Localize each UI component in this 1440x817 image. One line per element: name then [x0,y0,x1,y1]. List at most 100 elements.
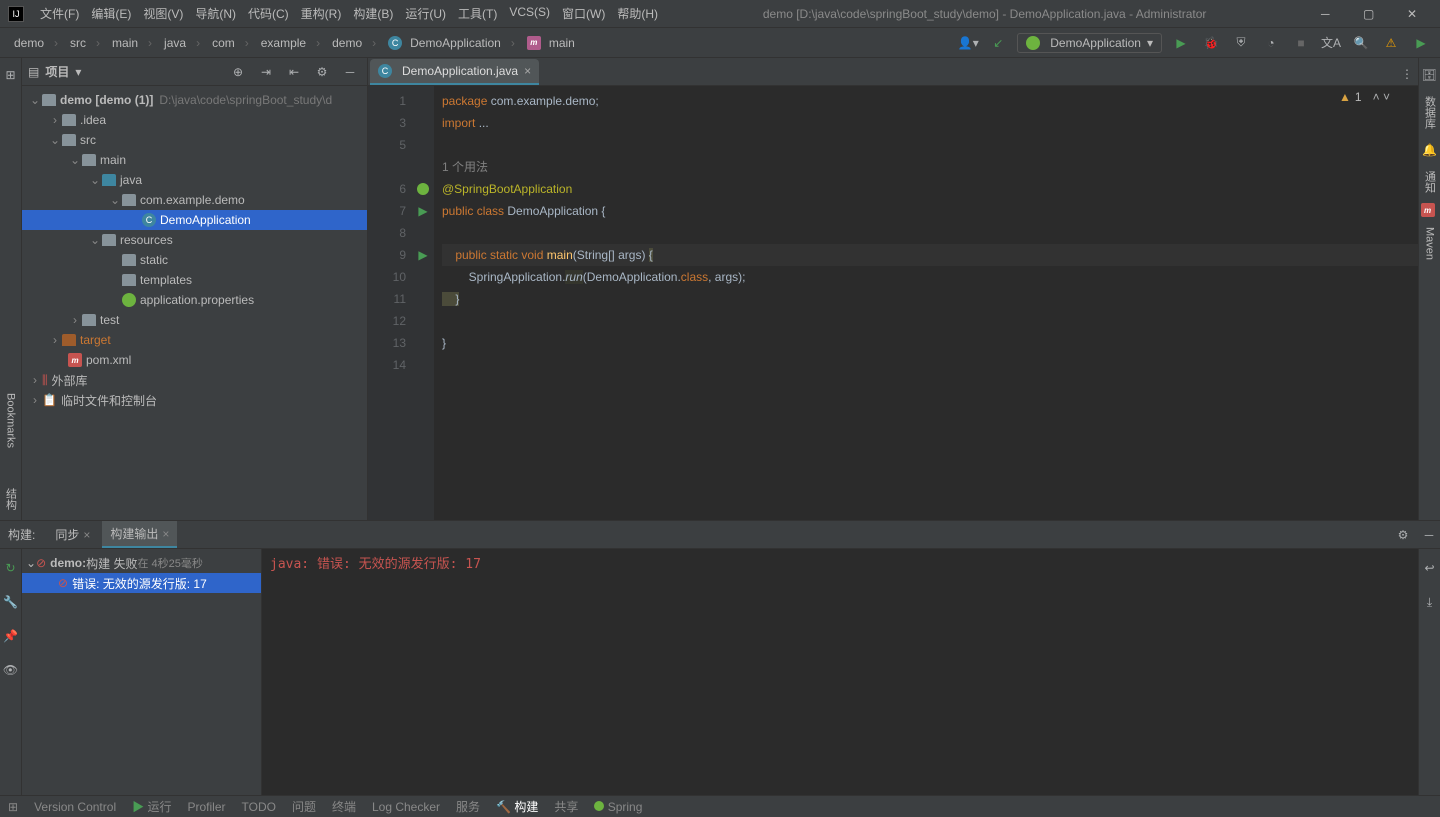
minimize-button[interactable]: ─ [1305,0,1345,28]
status-vcs[interactable]: Version Control [34,800,116,814]
tab-options-icon[interactable]: ⋮ [1396,63,1418,85]
menu-view[interactable]: 视图(V) [137,5,189,22]
eye-icon[interactable]: 👁 [0,659,22,681]
structure-tool[interactable]: ⊞ [0,64,22,86]
crumb-demo2[interactable]: demo [326,34,382,52]
maven-label[interactable]: Maven [1424,227,1436,260]
status-spring[interactable]: Spring [594,800,642,814]
status-problems[interactable]: 问题 [292,798,316,815]
crumb-example[interactable]: example [255,34,326,52]
crumb-src[interactable]: src [64,34,106,52]
crumb-main[interactable]: main [106,34,158,52]
panel-settings-icon[interactable]: ⚙ [1392,524,1414,546]
structure-label[interactable]: 结构 [3,488,19,510]
editor-tab[interactable]: C DemoApplication.java × [370,59,539,85]
menu-code[interactable]: 代码(C) [242,5,295,22]
rerun-icon[interactable]: ↻ [0,557,22,579]
notifications-label[interactable]: 通知 [1422,171,1438,193]
notification-icon[interactable]: ⚠ [1380,32,1402,54]
debug-button[interactable]: 🐞 [1200,32,1222,54]
menu-vcs[interactable]: VCS(S) [503,5,556,22]
run-line-icon[interactable]: ▶ [412,244,434,266]
tree-pkg[interactable]: ⌄com.example.demo [22,190,367,210]
tree-demoapp[interactable]: CDemoApplication [22,210,367,230]
scroll-icon[interactable]: ⤓ [1419,591,1440,613]
run-gutter-icon[interactable] [412,178,434,200]
status-share[interactable]: 共享 [554,798,578,815]
maximize-button[interactable]: ▢ [1349,0,1389,28]
run-gutter-icon[interactable]: ▶ [412,200,434,222]
chevron-down-icon[interactable]: ▾ [75,65,81,79]
pin-icon[interactable]: 📌 [0,625,22,647]
crumb-com[interactable]: com [206,34,255,52]
tree-static[interactable]: static [22,250,367,270]
warnings-badge[interactable]: ▲1 ˄ ˅ [1339,90,1390,104]
status-run[interactable]: ▶ 运行 [132,798,171,815]
close-button[interactable]: ✕ [1392,0,1432,28]
database-label[interactable]: 数据库 [1422,96,1438,129]
close-tab-icon[interactable]: × [524,64,531,78]
run-button[interactable]: ▶ [1170,32,1192,54]
crumb-java[interactable]: java [158,34,206,52]
tree-java[interactable]: ⌄java [22,170,367,190]
tree-resources[interactable]: ⌄resources [22,230,367,250]
project-tree[interactable]: ⌄demo [demo (1)]D:\java\code\springBoot_… [22,86,367,520]
collapse-icon[interactable]: ⇤ [283,61,305,83]
tree-src[interactable]: ⌄src [22,130,367,150]
stop-button[interactable]: ■ [1290,32,1312,54]
build-output-tab[interactable]: 构建输出× [102,521,177,548]
build-error-row[interactable]: ⊘错误: 无效的源发行版: 17 [22,573,261,593]
code-area[interactable]: ▲1 ˄ ˅ package com.example.demo; import … [434,86,1418,520]
hide-icon[interactable]: ─ [339,61,361,83]
menu-file[interactable]: 文件(F) [34,5,85,22]
settings-icon[interactable]: ⚙ [311,61,333,83]
menu-window[interactable]: 窗口(W) [556,5,611,22]
user-icon[interactable]: 👤▾ [957,32,979,54]
tree-scratch[interactable]: ›📋临时文件和控制台 [22,390,367,410]
database-tool[interactable]: 🗄 [1419,64,1440,86]
tree-test[interactable]: ›test [22,310,367,330]
status-services[interactable]: 服务 [456,798,480,815]
ide-button[interactable]: ▶ [1410,32,1432,54]
status-profiler[interactable]: Profiler [187,800,225,814]
tree-root[interactable]: ⌄demo [demo (1)]D:\java\code\springBoot_… [22,90,367,110]
maven-tool[interactable]: m [1421,203,1435,217]
tool-window-button[interactable]: ⊞ [8,800,18,814]
status-terminal[interactable]: 终端 [332,798,356,815]
tree-target[interactable]: ›target [22,330,367,350]
notifications-tool[interactable]: 🔔 [1419,139,1440,161]
menu-navigate[interactable]: 导航(N) [189,5,242,22]
menu-edit[interactable]: 编辑(E) [85,5,137,22]
crumb-demo[interactable]: demo [8,34,64,52]
bookmarks-tool[interactable]: Bookmarks [5,393,17,448]
menu-tools[interactable]: 工具(T) [452,5,503,22]
panel-hide-icon[interactable]: ─ [1418,524,1440,546]
profile-button[interactable]: ◔ [1260,32,1282,54]
tree-templates[interactable]: templates [22,270,367,290]
menu-run[interactable]: 运行(U) [399,5,452,22]
tree-main[interactable]: ⌄main [22,150,367,170]
tree-ext[interactable]: ›⫼外部库 [22,370,367,390]
build-console[interactable]: java: 错误: 无效的源发行版: 17 [262,549,1418,795]
coverage-button[interactable]: ⛨ [1230,32,1252,54]
menu-refactor[interactable]: 重构(R) [295,5,348,22]
expand-icon[interactable]: ⇥ [255,61,277,83]
status-build[interactable]: 🔨 构建 [496,798,538,815]
build-icon[interactable]: ↙ [987,32,1009,54]
status-todo[interactable]: TODO [242,800,276,814]
crumb-method[interactable]: mmain [521,34,591,52]
tree-pom[interactable]: mpom.xml [22,350,367,370]
tree-props[interactable]: application.properties [22,290,367,310]
menu-help[interactable]: 帮助(H) [611,5,664,22]
wrench-icon[interactable]: 🔧 [0,591,22,613]
search-icon[interactable]: 🔍 [1350,32,1372,54]
close-icon[interactable]: × [162,527,169,541]
crumb-class[interactable]: CDemoApplication [382,34,521,52]
locate-icon[interactable]: ⊕ [227,61,249,83]
soft-wrap-icon[interactable]: ↩ [1419,557,1440,579]
build-root[interactable]: ⌄⊘demo: 构建 失败 在 4秒25毫秒 [22,553,261,573]
usage-hint[interactable]: 1 个用法 [442,160,488,174]
translate-icon[interactable]: 文A [1320,32,1342,54]
status-log[interactable]: Log Checker [372,800,440,814]
build-tree[interactable]: ⌄⊘demo: 构建 失败 在 4秒25毫秒 ⊘错误: 无效的源发行版: 17 [22,549,262,795]
